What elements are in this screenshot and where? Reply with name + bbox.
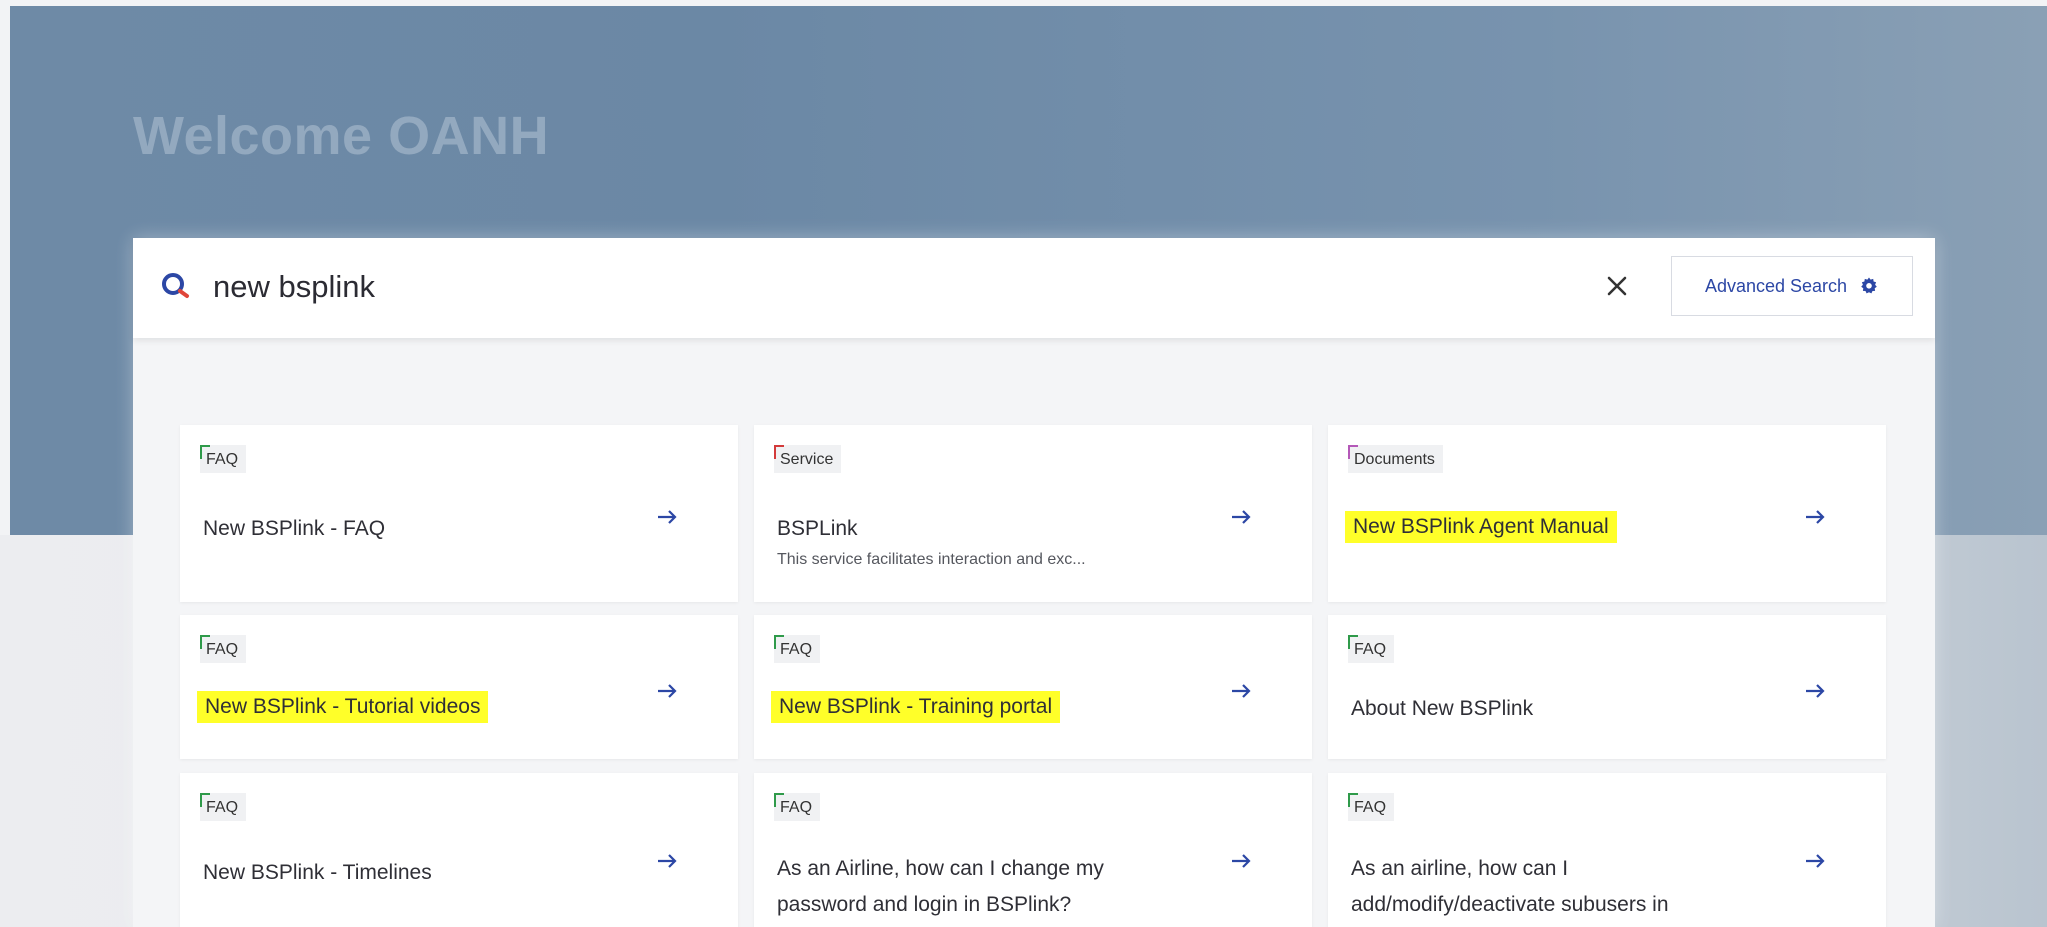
tag-corner bbox=[200, 793, 210, 807]
result-tag: FAQ bbox=[774, 793, 821, 821]
tag-corner bbox=[774, 635, 784, 649]
tag-corner bbox=[774, 445, 784, 459]
search-input[interactable] bbox=[213, 262, 1613, 312]
result-tag-label: FAQ bbox=[1354, 641, 1387, 658]
arrow-right-icon bbox=[658, 510, 677, 524]
result-title: BSPLink bbox=[777, 517, 858, 540]
result-tag: FAQ bbox=[200, 635, 247, 663]
result-title: About New BSPlink bbox=[1351, 697, 1534, 720]
result-tag-label: FAQ bbox=[206, 641, 239, 658]
result-title: New BSPlink - FAQ bbox=[203, 517, 386, 540]
tag-corner bbox=[200, 635, 210, 649]
result-tag: FAQ bbox=[1348, 635, 1395, 663]
page: Welcome OANH Advanced Search FAQ bbox=[0, 0, 2047, 927]
result-tag: FAQ bbox=[200, 793, 247, 821]
arrow-right-icon bbox=[1232, 510, 1251, 524]
result-card[interactable]: FAQ New BSPlink - FAQ bbox=[180, 425, 738, 602]
result-tag-label: Service bbox=[780, 451, 834, 468]
result-title: New BSPlink - Training portal bbox=[771, 691, 1061, 723]
arrow-right-icon bbox=[658, 684, 677, 698]
result-tag: FAQ bbox=[1348, 793, 1395, 821]
tag-corner bbox=[1348, 445, 1358, 459]
result-card[interactable]: FAQ New BSPlink - Timelines bbox=[180, 773, 738, 927]
tag-corner bbox=[1348, 635, 1358, 649]
tag-corner bbox=[774, 793, 784, 807]
result-tag-label: Documents bbox=[1354, 451, 1435, 468]
result-title: New BSPlink Agent Manual bbox=[1345, 511, 1617, 543]
search-panel: Advanced Search FAQ New BSPlink - FAQ Se… bbox=[133, 238, 1935, 927]
result-tag: Documents bbox=[1348, 445, 1443, 473]
result-tag: Service bbox=[774, 445, 842, 473]
result-card[interactable]: FAQ New BSPlink - Tutorial videos bbox=[180, 615, 738, 759]
arrow-right-icon bbox=[1806, 684, 1825, 698]
result-card[interactable]: Service BSPLink This service facilitates… bbox=[754, 425, 1312, 602]
result-card[interactable]: Documents New BSPlink Agent Manual bbox=[1328, 425, 1886, 602]
result-card[interactable]: FAQ As an Airline, how can I change my p… bbox=[754, 773, 1312, 927]
arrow-right-icon bbox=[1806, 854, 1825, 868]
advanced-search-button[interactable]: Advanced Search bbox=[1671, 256, 1913, 316]
result-title: As an Airline, how can I change my passw… bbox=[777, 857, 1104, 916]
arrow-right-icon bbox=[1232, 684, 1251, 698]
result-title: New BSPlink - Timelines bbox=[203, 861, 432, 884]
result-tag: FAQ bbox=[774, 635, 821, 663]
result-tag-label: FAQ bbox=[1354, 799, 1387, 816]
result-tag-label: FAQ bbox=[206, 799, 239, 816]
arrow-right-icon bbox=[1232, 854, 1251, 868]
result-tag-label: FAQ bbox=[780, 641, 813, 658]
close-icon[interactable] bbox=[1601, 270, 1633, 302]
result-card[interactable]: FAQ New BSPlink - Training portal bbox=[754, 615, 1312, 759]
tag-corner bbox=[200, 445, 210, 459]
welcome-heading: Welcome OANH bbox=[133, 106, 550, 166]
tag-corner bbox=[1348, 793, 1358, 807]
arrow-right-icon bbox=[1806, 510, 1825, 524]
search-bar: Advanced Search bbox=[133, 238, 1935, 338]
search-icon bbox=[162, 273, 189, 298]
top-strip bbox=[0, 0, 2047, 6]
result-title: As an airline, how can I add/modify/deac… bbox=[1351, 857, 1669, 916]
advanced-search-label: Advanced Search bbox=[1704, 275, 1848, 296]
result-card[interactable]: FAQ About New BSPlink bbox=[1328, 615, 1886, 759]
gear-icon bbox=[1861, 277, 1877, 294]
result-tag: FAQ bbox=[200, 445, 247, 473]
result-card[interactable]: FAQ As an airline, how can I add/modify/… bbox=[1328, 773, 1886, 927]
result-tag-label: FAQ bbox=[780, 799, 813, 816]
result-tag-label: FAQ bbox=[206, 451, 239, 468]
arrow-right-icon bbox=[658, 854, 677, 868]
result-title: New BSPlink - Tutorial videos bbox=[197, 691, 489, 723]
result-description: This service facilitates interaction and… bbox=[777, 551, 1086, 568]
